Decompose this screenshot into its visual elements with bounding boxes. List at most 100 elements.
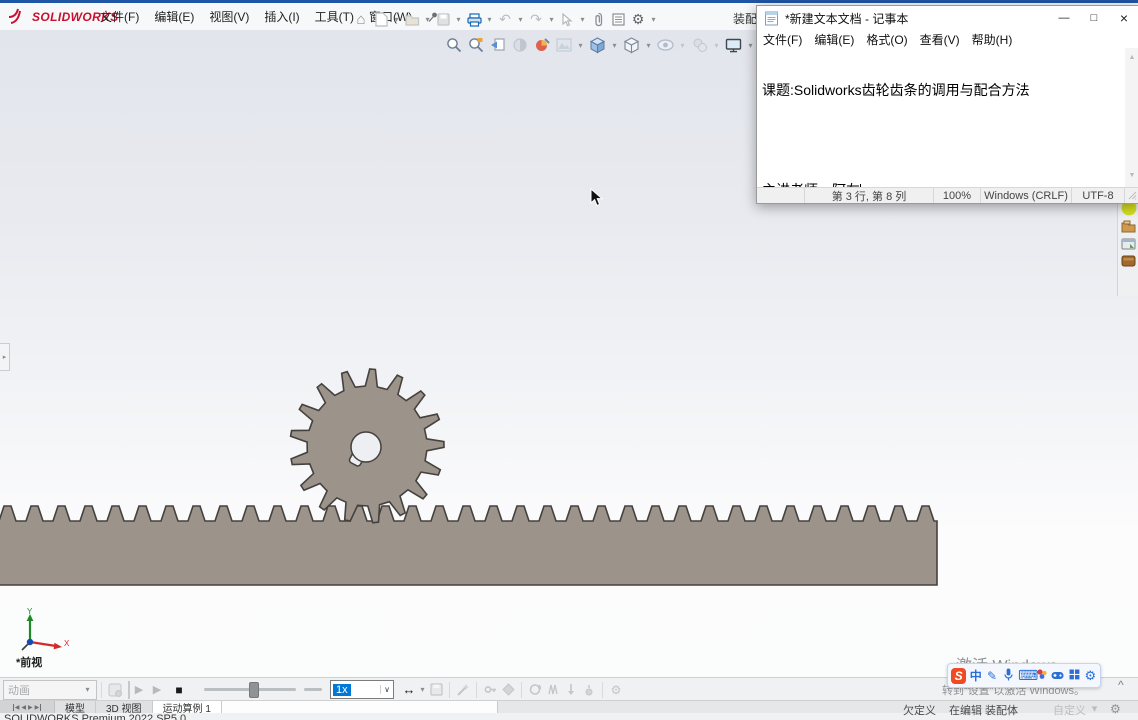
- status-custom[interactable]: 自定义: [1053, 702, 1086, 718]
- ime-language-icon[interactable]: 中: [969, 667, 982, 684]
- orientation-dropdown-icon[interactable]: ▾: [610, 41, 619, 50]
- open-dropdown-icon[interactable]: ▾: [423, 15, 432, 24]
- ime-settings-gear-icon[interactable]: ⚙: [1084, 668, 1097, 684]
- appearances-icon[interactable]: [1121, 255, 1136, 267]
- notepad-menu-view[interactable]: 查看(V): [914, 31, 966, 48]
- ime-pen-icon[interactable]: ✎: [985, 669, 998, 683]
- animation-wizard-icon[interactable]: [454, 681, 472, 699]
- notepad-titlebar[interactable]: *新建文本文档 - 记事本 — □ ×: [757, 6, 1138, 30]
- calculate-icon[interactable]: [106, 681, 124, 699]
- gravity-icon[interactable]: [580, 681, 598, 699]
- sogou-logo-icon[interactable]: S: [951, 667, 967, 684]
- hide-show-items-icon[interactable]: [656, 36, 675, 55]
- ime-skin-icon[interactable]: [1035, 668, 1048, 683]
- zoom-fit-icon[interactable]: [444, 36, 463, 55]
- menu-file[interactable]: 文件(F): [100, 8, 139, 25]
- select-cursor-icon[interactable]: [558, 11, 576, 29]
- play-icon[interactable]: ▶: [148, 681, 166, 699]
- study-type-combo[interactable]: 动画 ▾: [3, 679, 97, 700]
- screen-capture-dropdown-icon[interactable]: ▾: [746, 41, 755, 50]
- scroll-down-icon[interactable]: ▼: [1129, 166, 1136, 187]
- menu-view[interactable]: 视图(V): [209, 8, 249, 25]
- previous-view-icon[interactable]: [488, 36, 507, 55]
- section-view-icon[interactable]: [510, 36, 529, 55]
- tab-next-icon[interactable]: ▶: [28, 704, 33, 711]
- new-dropdown-icon[interactable]: ▾: [392, 15, 401, 24]
- options-gear-icon[interactable]: ⚙: [629, 11, 647, 29]
- notepad-line-ending: Windows (CRLF): [980, 188, 1071, 203]
- add-key-icon[interactable]: [499, 681, 517, 699]
- timeline-slider-handle[interactable]: [249, 682, 259, 698]
- options-dropdown-icon[interactable]: ▾: [649, 15, 658, 24]
- rack-part[interactable]: [0, 505, 938, 586]
- new-document-icon[interactable]: [372, 11, 390, 29]
- hide-show-dropdown-icon[interactable]: ▾: [678, 41, 687, 50]
- view-orientation-icon[interactable]: [588, 36, 607, 55]
- menu-insert[interactable]: 插入(I): [264, 8, 299, 25]
- notepad-menu-help[interactable]: 帮助(H): [966, 31, 1019, 48]
- notepad-title: *新建文本文档 - 记事本: [785, 11, 909, 26]
- ime-game-icon[interactable]: [1051, 669, 1064, 683]
- task-list-icon[interactable]: [609, 11, 627, 29]
- playback-mode-dropdown-icon[interactable]: ▾: [418, 685, 427, 694]
- notepad-window: *新建文本文档 - 记事本 — □ × 文件(F) 编辑(E) 格式(O) 查看…: [756, 5, 1138, 204]
- menu-tools[interactable]: 工具(T): [315, 8, 354, 25]
- display-style-dropdown-icon[interactable]: ▾: [644, 41, 653, 50]
- playback-mode-icon[interactable]: ↔: [400, 681, 418, 699]
- print-dropdown-icon[interactable]: ▾: [485, 15, 494, 24]
- timeline-slider-track-right[interactable]: [304, 688, 322, 691]
- scroll-up-icon[interactable]: ▲: [1129, 48, 1136, 69]
- save-icon[interactable]: [434, 11, 452, 29]
- paperclip-icon[interactable]: [589, 11, 607, 29]
- apply-scene-icon[interactable]: [554, 36, 573, 55]
- tray-caret-icon[interactable]: ^: [1118, 678, 1124, 692]
- undo-icon[interactable]: ↶: [496, 11, 514, 29]
- undo-dropdown-icon[interactable]: ▾: [516, 15, 525, 24]
- redo-dropdown-icon[interactable]: ▾: [547, 15, 556, 24]
- notepad-menu-file[interactable]: 文件(F): [757, 31, 808, 48]
- notepad-resize-grip[interactable]: [1124, 188, 1138, 203]
- tab-last-icon[interactable]: ▶: [35, 704, 42, 711]
- select-dropdown-icon[interactable]: ▾: [578, 15, 587, 24]
- ime-apps-grid-icon[interactable]: [1067, 669, 1080, 683]
- scene-dropdown-icon[interactable]: ▾: [576, 41, 585, 50]
- play-from-start-icon[interactable]: ▶: [128, 680, 148, 699]
- stop-icon[interactable]: ■: [170, 681, 188, 699]
- zoom-area-icon[interactable]: [466, 36, 485, 55]
- save-dropdown-icon[interactable]: ▾: [454, 15, 463, 24]
- ime-mic-icon[interactable]: [1002, 668, 1015, 684]
- redo-icon[interactable]: ↷: [527, 11, 545, 29]
- notepad-close-button[interactable]: ×: [1109, 6, 1138, 30]
- notepad-menu-format[interactable]: 格式(O): [860, 31, 913, 48]
- status-gear-icon[interactable]: ⚙: [1110, 702, 1121, 716]
- display-style-icon[interactable]: [622, 36, 641, 55]
- status-custom-dropdown-icon[interactable]: ▾: [1090, 702, 1099, 715]
- design-library-icon[interactable]: [1121, 220, 1136, 233]
- print-icon[interactable]: [465, 11, 483, 29]
- save-animation-icon[interactable]: [427, 681, 445, 699]
- home-icon[interactable]: ⌂: [352, 11, 370, 29]
- open-folder-icon[interactable]: [403, 11, 421, 29]
- menu-edit[interactable]: 编辑(E): [154, 8, 194, 25]
- divider: [602, 681, 603, 698]
- featuremanager-collapsed-tab[interactable]: ▸: [0, 343, 10, 371]
- force-icon[interactable]: [562, 681, 580, 699]
- edit-appearance-icon[interactable]: [532, 36, 551, 55]
- notepad-text-area[interactable]: 课题:Solidworks齿轮齿条的调用与配合方法 主讲老师—阿左 课堂内容: …: [757, 48, 1138, 187]
- ime-keyboard-icon[interactable]: ⌨: [1018, 667, 1038, 684]
- file-explorer-icon[interactable]: [1121, 237, 1136, 251]
- autokey-icon[interactable]: [481, 681, 499, 699]
- notepad-minimize-button[interactable]: —: [1049, 6, 1079, 30]
- screen-capture-icon[interactable]: [724, 36, 743, 55]
- motion-settings-gear-icon[interactable]: ⚙: [607, 681, 625, 699]
- tab-prev-icon[interactable]: ◀: [21, 704, 26, 711]
- spring-icon[interactable]: [544, 681, 562, 699]
- motor-icon[interactable]: [526, 681, 544, 699]
- notepad-scrollbar[interactable]: ▲ ▼: [1125, 48, 1138, 187]
- notepad-maximize-button[interactable]: □: [1079, 6, 1109, 30]
- tab-first-icon[interactable]: ◀: [12, 704, 19, 711]
- view-settings-dropdown-icon[interactable]: ▾: [712, 41, 721, 50]
- view-settings-icon[interactable]: [690, 36, 709, 55]
- notepad-menu-edit[interactable]: 编辑(E): [808, 31, 860, 48]
- playback-speed-combo[interactable]: 1x ∨: [330, 680, 394, 699]
